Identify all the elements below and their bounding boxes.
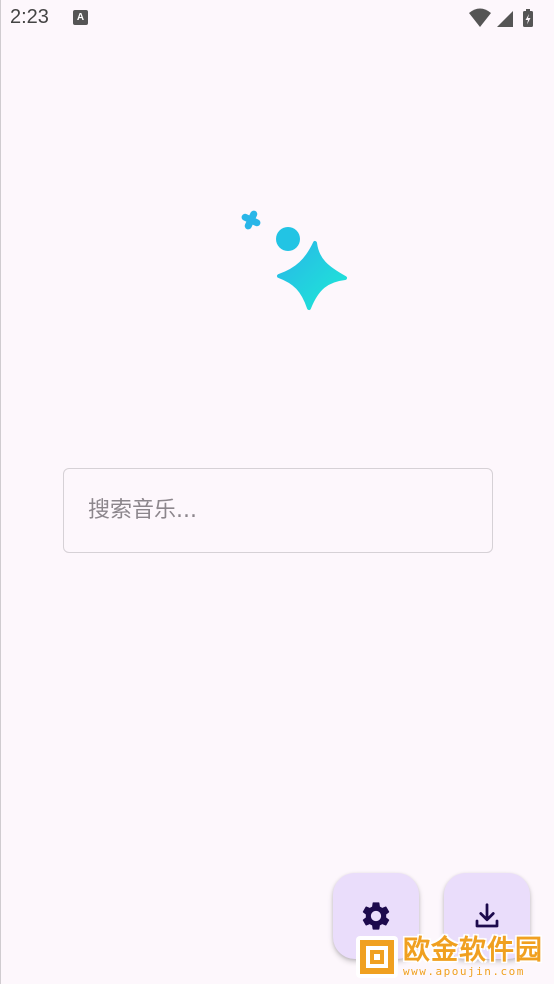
app-screen: 2:23 A 搜索音乐... 欧金软件园 www.apoujin.com <box>0 0 554 984</box>
status-time: 2:23 <box>10 6 49 28</box>
search-field[interactable] <box>63 468 493 553</box>
watermark-title: 欧金软件园 <box>403 935 543 966</box>
wifi-icon <box>469 8 491 27</box>
watermark-url: www.apoujin.com <box>403 965 525 978</box>
gear-icon <box>362 902 390 930</box>
download-icon <box>475 903 499 928</box>
status-icons <box>467 8 543 28</box>
watermark-logo-icon <box>356 936 398 978</box>
notification-a-icon: A <box>73 10 88 25</box>
search-input[interactable] <box>64 469 492 552</box>
status-bar: 2:23 A <box>1 0 554 38</box>
signal-icon <box>497 11 513 27</box>
watermark: 欧金软件园 www.apoujin.com <box>349 930 554 984</box>
sparkle-logo-icon <box>241 210 347 310</box>
battery-charging-icon <box>523 9 533 27</box>
